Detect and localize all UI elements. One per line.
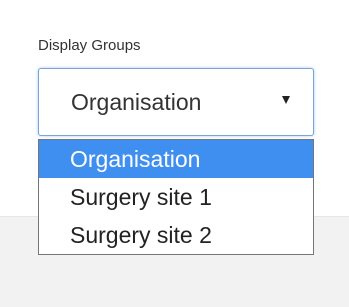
option-organisation[interactable]: Organisation bbox=[39, 140, 313, 178]
display-groups-dropdown-list: Organisation Surgery site 1 Surgery site… bbox=[38, 139, 314, 255]
select-current-value: Organisation bbox=[71, 89, 202, 115]
option-surgery-site-1[interactable]: Surgery site 1 bbox=[39, 178, 313, 216]
chevron-down-icon bbox=[282, 96, 290, 104]
display-groups-select[interactable]: Organisation bbox=[38, 68, 314, 136]
option-surgery-site-2[interactable]: Surgery site 2 bbox=[39, 216, 313, 254]
display-groups-label: Display Groups bbox=[38, 37, 141, 54]
